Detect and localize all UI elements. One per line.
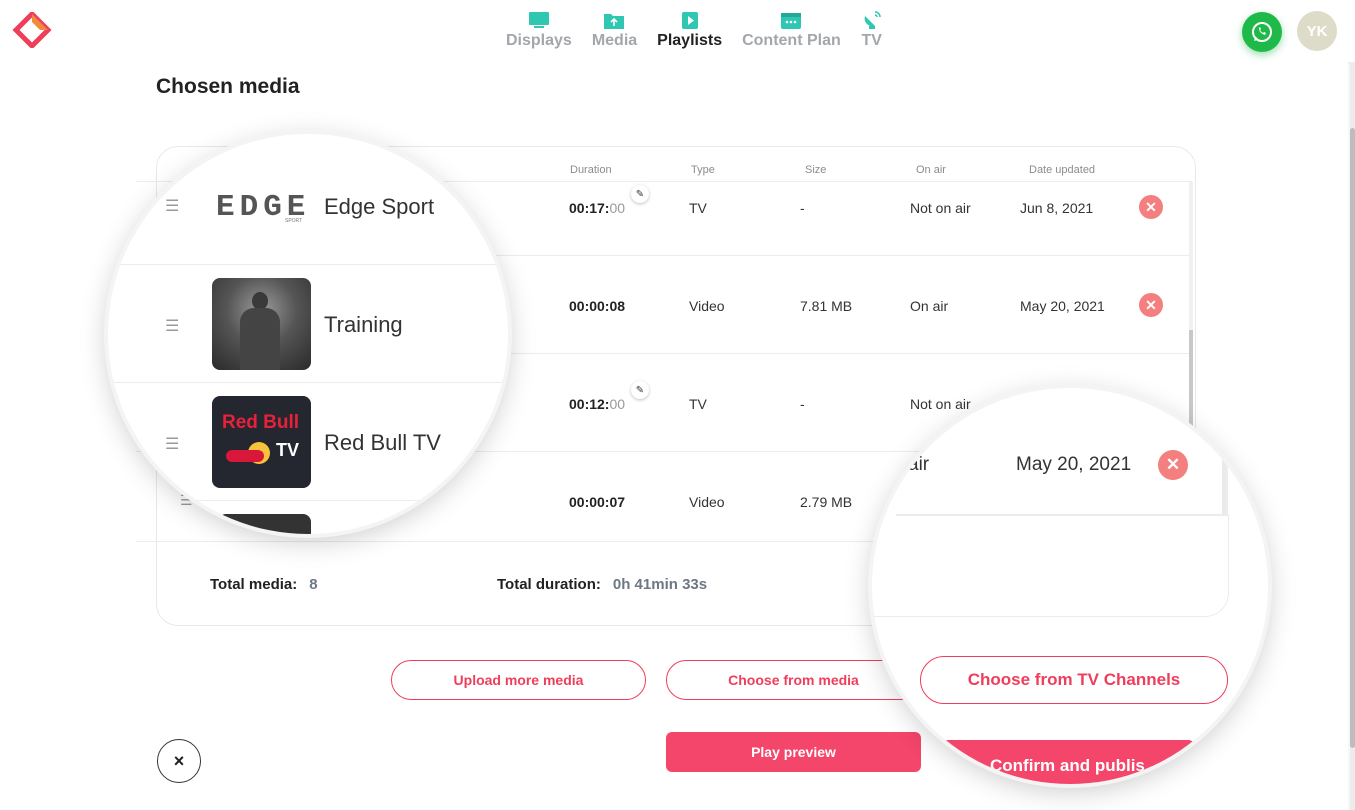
redbull-logo-text: Red Bull bbox=[222, 412, 300, 433]
remove-icon[interactable]: ✕ bbox=[1139, 293, 1163, 317]
nav-label: TV bbox=[861, 32, 882, 49]
nav-tv[interactable]: TV bbox=[861, 10, 883, 50]
row1-date: Jun 8, 2021 bbox=[1020, 200, 1094, 216]
row3-size: - bbox=[800, 396, 805, 412]
whatsapp-icon bbox=[1252, 22, 1272, 42]
row4-size: 2.79 MB bbox=[800, 494, 853, 510]
header-size: Size bbox=[805, 164, 827, 176]
confirm-and-publish-button[interactable]: Confirm and publis bbox=[940, 740, 1196, 784]
training-thumbnail bbox=[212, 278, 311, 370]
row1-size: - bbox=[800, 200, 805, 216]
row2-type: Video bbox=[689, 298, 725, 314]
main-nav: Displays Media Playlists Content Plan TV bbox=[500, 10, 903, 50]
row1-duration[interactable]: 00:17:00 bbox=[569, 200, 625, 216]
media-name: Edge Sport bbox=[324, 194, 435, 219]
nav-media[interactable]: Media bbox=[592, 10, 637, 50]
row1-type: TV bbox=[689, 200, 707, 216]
header-on-air: On air bbox=[916, 164, 946, 176]
avatar[interactable]: YK bbox=[1297, 11, 1337, 51]
row2-date: May 20, 2021 bbox=[1020, 298, 1105, 314]
edge-sport-logo-sub: SPORT bbox=[285, 218, 303, 224]
drag-handle-icon[interactable]: ☰ bbox=[165, 434, 179, 454]
total-duration: Total duration: 0h 41min 33s bbox=[497, 576, 708, 593]
edit-duration-icon[interactable]: ✎ bbox=[631, 185, 649, 203]
playlist-icon bbox=[681, 12, 698, 29]
row4-on-air-zoomed: air bbox=[908, 454, 930, 475]
header-duration: Duration bbox=[570, 164, 612, 176]
nav-content-plan[interactable]: Content Plan bbox=[742, 10, 841, 50]
play-preview-button[interactable]: Play preview bbox=[666, 732, 921, 772]
page-title: Chosen media bbox=[156, 75, 300, 98]
total-media: Total media: 8 bbox=[210, 576, 318, 593]
page-scrollbar[interactable] bbox=[1350, 62, 1355, 810]
nav-label: Playlists bbox=[657, 32, 723, 49]
row2-duration: 00:00:08 bbox=[569, 298, 626, 314]
row2-on-air: On air bbox=[910, 298, 949, 314]
drag-handle-icon[interactable]: ☰ bbox=[165, 196, 179, 216]
media-name: Training bbox=[324, 312, 403, 337]
remove-icon[interactable]: ✕ bbox=[1139, 195, 1163, 219]
redbull-tv-thumbnail: Red Bull TV bbox=[212, 396, 311, 488]
choose-from-tv-channels-button[interactable]: Choose from TV Channels bbox=[920, 656, 1228, 704]
row2-size: 7.81 MB bbox=[800, 298, 853, 314]
upload-more-media-button[interactable]: Upload more media bbox=[391, 660, 646, 700]
zoom-lens-left: ☰ ☰ ☰ EDGE SPORT Edge Sport Training Red… bbox=[108, 134, 508, 534]
remove-icon[interactable]: ✕ bbox=[1158, 450, 1188, 480]
media-thumbnail bbox=[218, 514, 311, 534]
close-button[interactable]: × bbox=[157, 739, 201, 783]
row4-date-zoomed: May 20, 2021 bbox=[1016, 454, 1132, 475]
media-name: Red Bull TV bbox=[324, 430, 441, 455]
header-type: Type bbox=[691, 164, 715, 176]
nav-playlists[interactable]: Playlists bbox=[657, 10, 722, 50]
whatsapp-button[interactable] bbox=[1242, 12, 1282, 52]
scrollbar-thumb[interactable] bbox=[1350, 128, 1355, 748]
edit-duration-icon[interactable]: ✎ bbox=[631, 381, 649, 399]
brand-logo[interactable] bbox=[12, 12, 52, 48]
row3-type: TV bbox=[689, 396, 707, 412]
row4-type: Video bbox=[689, 494, 725, 510]
nav-label: Displays bbox=[506, 32, 572, 49]
row3-duration[interactable]: 00:12:00 bbox=[569, 396, 625, 412]
drag-handle-icon[interactable]: ☰ bbox=[165, 316, 179, 336]
choose-from-media-button[interactable]: Choose from media bbox=[666, 660, 921, 700]
nav-displays[interactable]: Displays bbox=[506, 10, 572, 50]
row1-on-air: Not on air bbox=[910, 200, 971, 216]
redbull-logo-tv: TV bbox=[276, 440, 300, 460]
top-bar: Displays Media Playlists Content Plan TV… bbox=[0, 0, 1355, 62]
upload-folder-icon bbox=[604, 14, 625, 29]
calendar-icon bbox=[781, 13, 802, 29]
zoom-lens-right: air May 20, 2021 ✕ Choose from TV Channe… bbox=[872, 388, 1268, 784]
display-icon bbox=[528, 12, 549, 28]
row4-duration: 00:00:07 bbox=[569, 494, 626, 510]
satellite-icon bbox=[864, 11, 881, 29]
nav-label: Media bbox=[591, 32, 638, 49]
nav-label: Content Plan bbox=[742, 32, 841, 49]
header-date-updated: Date updated bbox=[1029, 164, 1096, 176]
